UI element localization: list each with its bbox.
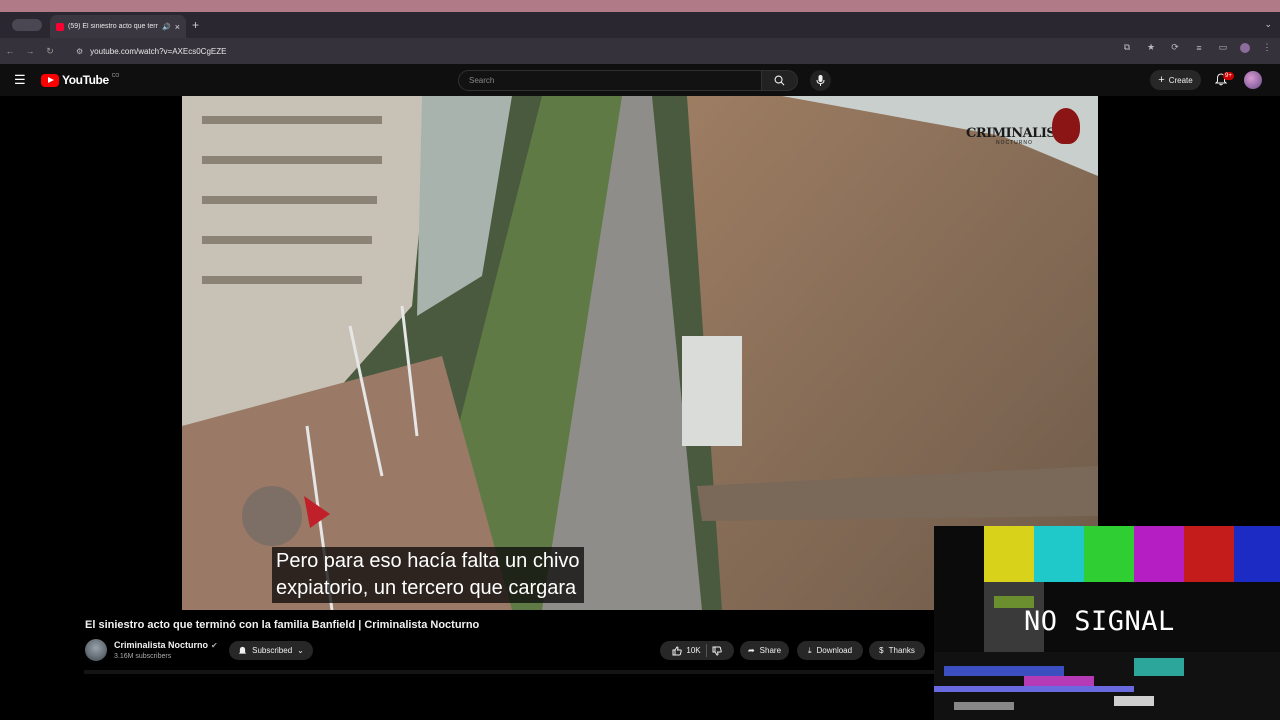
search-input[interactable]: Search [458, 70, 763, 91]
profile-avatar-icon[interactable] [1240, 42, 1250, 53]
channel-watermark: CRIMINALISTA NOCTURNO [966, 108, 1082, 148]
menu-icon[interactable]: ≡ [1192, 43, 1206, 53]
search-button[interactable] [762, 70, 798, 91]
url-text: youtube.com/watch?v=AXEcs0CgEZE [90, 46, 227, 56]
tab-youtube[interactable]: (59) El siniestro acto que terminó con l… [50, 15, 186, 38]
bell-icon [238, 646, 247, 654]
chrome-menu-icon[interactable]: ⋮ [1260, 42, 1274, 53]
browser-window: (59) El siniestro acto que terminó con l… [0, 12, 1280, 64]
close-tab-icon[interactable]: × [175, 22, 180, 32]
reload-button[interactable]: ↻ [40, 46, 60, 57]
tab-search-chevron-icon[interactable]: ⌄ [1264, 19, 1272, 30]
browser-toolbar: ← → ↻ ⚙ youtube.com/watch?v=AXEcs0CgEZE … [0, 38, 1280, 64]
search-bar: Search [458, 70, 798, 91]
new-tab-button[interactable]: + [192, 18, 199, 32]
description-box-edge [84, 670, 934, 674]
youtube-play-icon [41, 73, 59, 87]
voice-search-button[interactable] [810, 70, 831, 91]
bookmark-star-icon[interactable]: ★ [1144, 42, 1158, 53]
download-icon: ⤓ [807, 645, 812, 655]
thumbs-up-icon [672, 645, 683, 655]
subscribed-label: Subscribed [252, 646, 293, 655]
download-label: Download [816, 646, 853, 655]
toolbar-actions: ⧉ ★ ⟳ ≡ ▭ ⋮ [1120, 42, 1274, 53]
thanks-label: Thanks [888, 646, 915, 655]
account-avatar[interactable] [1244, 71, 1262, 89]
like-button[interactable]: 10K [672, 645, 701, 656]
like-dislike-group: 10K [660, 641, 734, 660]
plus-icon: + [1158, 74, 1165, 86]
extensions-icon[interactable]: ⟳ [1168, 42, 1182, 53]
notification-count-badge: 9+ [1223, 72, 1234, 80]
watermark-subtext: NOCTURNO [996, 140, 1033, 146]
macos-menu-bar [0, 0, 1280, 12]
share-button[interactable]: ➦ Share [740, 641, 789, 660]
microphone-icon [816, 75, 825, 86]
video-title: El siniestro acto que terminó con la fam… [85, 619, 480, 631]
skull-logo-icon [1052, 108, 1080, 144]
sidebar-icon[interactable]: ▭ [1216, 42, 1230, 53]
chevron-down-icon: ⌄ [297, 646, 304, 655]
create-button[interactable]: + Create [1150, 70, 1201, 90]
share-label: Share [759, 646, 782, 655]
share-icon: ➦ [747, 646, 755, 655]
channel-avatar[interactable] [85, 639, 107, 661]
like-count: 10K [686, 646, 701, 655]
channel-name[interactable]: Criminalista Nocturno [114, 640, 208, 650]
subscriber-count: 3.16M subscribers [114, 653, 172, 660]
back-button[interactable]: ← [0, 46, 20, 56]
subtitle-line-2: expiatorio, un tercero que cargara [276, 577, 577, 599]
install-app-icon[interactable]: ⧉ [1120, 42, 1134, 53]
site-info-icon[interactable]: ⚙ [76, 47, 83, 56]
hamburger-menu-icon[interactable]: ☰ [14, 73, 26, 87]
thumbs-down-icon[interactable] [712, 646, 722, 656]
tab-strip: (59) El siniestro acto que terminó con l… [0, 12, 1280, 38]
search-icon [774, 75, 785, 86]
channel-name-row[interactable]: Criminalista Nocturno ✔ [114, 640, 218, 650]
tab-group-pill[interactable] [12, 19, 42, 31]
subscribed-button[interactable]: Subscribed ⌄ [229, 641, 313, 660]
thanks-button[interactable]: $ Thanks [869, 641, 925, 660]
youtube-logo[interactable]: YouTube CO [41, 73, 119, 87]
speaker-icon[interactable]: 🔊 [162, 23, 171, 31]
create-label: Create [1168, 75, 1193, 85]
verified-check-icon: ✔ [211, 641, 218, 650]
youtube-masthead: ☰ YouTube CO Search + Create [0, 64, 1280, 96]
super-thanks-icon: $ [879, 646, 884, 655]
no-signal-text: NO SIGNAL [1024, 606, 1175, 637]
tab-title: (59) El siniestro acto que terminó con l… [68, 23, 158, 30]
youtube-wordmark: YouTube [62, 73, 109, 87]
address-bar[interactable]: ⚙ youtube.com/watch?v=AXEcs0CgEZE [70, 42, 1135, 60]
download-button[interactable]: ⤓ Download [797, 641, 863, 660]
youtube-favicon-icon [56, 22, 64, 31]
search-placeholder: Search [469, 76, 495, 85]
video-subtitle: Pero para eso hacía falta un chivo expia… [272, 547, 584, 603]
subtitle-line-1: Pero para eso hacía falta un chivo [276, 550, 580, 572]
country-code: CO [111, 73, 120, 79]
like-divider [705, 644, 707, 657]
forward-button[interactable]: → [20, 46, 40, 56]
